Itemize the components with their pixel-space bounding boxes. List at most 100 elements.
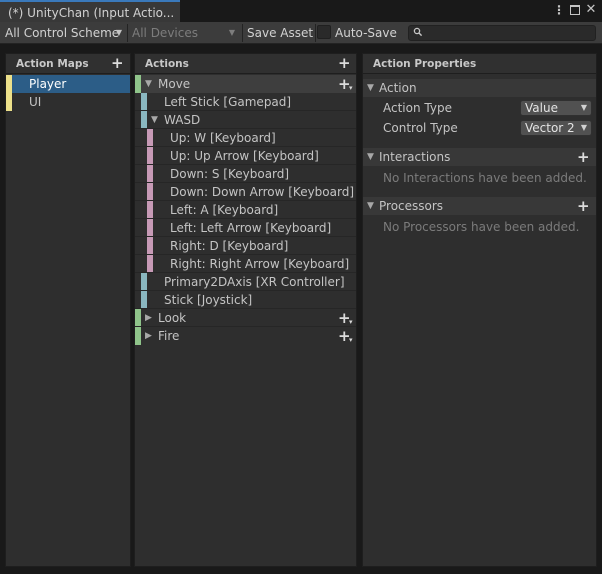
part-color-stripe <box>147 147 153 165</box>
dropdown-arrow-icon: ▼ <box>115 28 122 37</box>
action-maps-header: Action Maps + <box>6 54 130 74</box>
search-input[interactable] <box>425 26 593 40</box>
part-label: Down: Down Arrow [Keyboard] <box>170 185 355 199</box>
part-label: Right: D [Keyboard] <box>170 239 289 253</box>
part-color-stripe <box>147 183 153 201</box>
foldout-expanded-icon[interactable]: ▼ <box>151 111 158 129</box>
interactions-empty-message: No Interactions have been added. <box>383 171 587 185</box>
action-label: Move <box>158 77 191 91</box>
action-map-color-stripe <box>6 93 12 111</box>
action-map-item-ui[interactable]: UI <box>6 93 130 111</box>
control-type-dropdown[interactable]: Vector 2 ▼ <box>520 120 592 136</box>
action-properties-panel: Action Properties ▼ Action Action Type V… <box>362 53 597 567</box>
kebab-menu-icon[interactable]: ⋮ <box>552 3 566 17</box>
action-label: Look <box>158 311 187 325</box>
processors-empty-message: No Processors have been added. <box>383 220 580 234</box>
processors-section-header[interactable]: ▼ Processors + <box>363 197 596 215</box>
binding-item[interactable]: Left Stick [Gamepad] <box>135 93 356 111</box>
save-asset-button[interactable]: Save Asset <box>243 24 315 42</box>
add-interaction-icon[interactable]: + <box>577 148 590 166</box>
window-tab[interactable]: (*) UnityChan (Input Actio... <box>0 0 180 22</box>
action-color-stripe <box>135 75 141 93</box>
foldout-expanded-icon[interactable]: ▼ <box>367 197 374 215</box>
binding-item[interactable]: Primary2DAxis [XR Controller] <box>135 273 356 291</box>
action-map-label: Player <box>29 77 67 91</box>
part-color-stripe <box>147 165 153 183</box>
action-item-look[interactable]: ▶ Look + ▾ <box>135 309 356 327</box>
composite-part-item[interactable]: Left: A [Keyboard] <box>135 201 356 219</box>
composite-label: WASD <box>164 113 201 127</box>
control-scheme-label: All Control Scheme <box>5 26 120 40</box>
window-tab-title: (*) UnityChan (Input Actio... <box>8 6 175 20</box>
composite-part-item[interactable]: Down: S [Keyboard] <box>135 165 356 183</box>
action-section-label: Action <box>379 81 417 95</box>
part-label: Down: S [Keyboard] <box>170 167 290 181</box>
part-label: Up: Up Arrow [Keyboard] <box>170 149 319 163</box>
binding-label: Primary2DAxis [XR Controller] <box>164 275 345 289</box>
action-map-item-player[interactable]: Player <box>6 75 130 93</box>
composite-part-item[interactable]: Up: W [Keyboard] <box>135 129 356 147</box>
part-label: Up: W [Keyboard] <box>170 131 276 145</box>
control-scheme-dropdown[interactable]: All Control Scheme ▼ <box>0 24 126 42</box>
foldout-collapsed-icon[interactable]: ▶ <box>145 309 152 327</box>
action-type-label: Action Type <box>383 101 452 115</box>
actions-header: Actions + <box>135 54 356 74</box>
auto-save-label: Auto-Save <box>335 26 397 40</box>
processors-section-label: Processors <box>379 199 444 213</box>
part-label: Left: A [Keyboard] <box>170 203 279 217</box>
window-tab-strip: (*) UnityChan (Input Actio... ⋮ ✕ <box>0 0 602 22</box>
composite-item-wasd[interactable]: ▼ WASD <box>135 111 356 129</box>
composite-part-item[interactable]: Up: Up Arrow [Keyboard] <box>135 147 356 165</box>
search-icon <box>413 27 423 37</box>
binding-color-stripe <box>141 111 147 129</box>
devices-dropdown[interactable]: All Devices ▼ <box>127 24 239 42</box>
add-binding-dropdown-arrow-icon[interactable]: ▾ <box>349 331 353 349</box>
toolbar: All Control Scheme ▼ All Devices ▼ Save … <box>0 22 602 44</box>
foldout-collapsed-icon[interactable]: ▶ <box>145 327 152 345</box>
action-type-dropdown[interactable]: Value ▼ <box>520 100 592 116</box>
search-field[interactable] <box>408 25 596 41</box>
binding-color-stripe <box>141 93 147 111</box>
composite-part-item[interactable]: Right: Right Arrow [Keyboard] <box>135 255 356 273</box>
part-color-stripe <box>147 201 153 219</box>
action-properties-header: Action Properties <box>363 54 596 74</box>
control-type-value: Vector 2 <box>525 121 575 135</box>
interactions-section-header[interactable]: ▼ Interactions + <box>363 148 596 166</box>
action-label: Fire <box>158 329 180 343</box>
binding-color-stripe <box>141 273 147 291</box>
add-processor-icon[interactable]: + <box>577 197 590 215</box>
composite-part-item[interactable]: Down: Down Arrow [Keyboard] <box>135 183 356 201</box>
binding-label: Left Stick [Gamepad] <box>164 95 292 109</box>
composite-part-item[interactable]: Right: D [Keyboard] <box>135 237 356 255</box>
add-action-icon[interactable]: + <box>338 54 351 72</box>
dropdown-arrow-icon: ▼ <box>580 123 587 132</box>
maximize-icon[interactable] <box>568 3 582 17</box>
save-asset-label: Save Asset <box>247 26 314 40</box>
interactions-section-label: Interactions <box>379 150 451 164</box>
composite-part-item[interactable]: Left: Left Arrow [Keyboard] <box>135 219 356 237</box>
foldout-expanded-icon[interactable]: ▼ <box>367 79 374 97</box>
part-color-stripe <box>147 219 153 237</box>
action-maps-title: Action Maps <box>16 58 89 70</box>
dropdown-arrow-icon: ▼ <box>580 103 587 112</box>
part-color-stripe <box>147 255 153 273</box>
action-map-color-stripe <box>6 75 12 93</box>
action-map-label: UI <box>29 95 42 109</box>
actions-panel: Actions + ▼ Move + ▾ Left Stick [Gamepad… <box>134 53 357 567</box>
add-action-map-icon[interactable]: + <box>111 54 124 72</box>
part-color-stripe <box>147 237 153 255</box>
close-icon[interactable]: ✕ <box>584 3 598 17</box>
control-type-label: Control Type <box>383 121 458 135</box>
action-item-move[interactable]: ▼ Move + ▾ <box>135 75 356 93</box>
action-color-stripe <box>135 327 141 345</box>
foldout-expanded-icon[interactable]: ▼ <box>145 75 152 93</box>
action-section-header[interactable]: ▼ Action <box>363 79 596 97</box>
actions-title: Actions <box>145 58 189 70</box>
auto-save-checkbox[interactable] <box>317 25 331 39</box>
action-color-stripe <box>135 309 141 327</box>
dropdown-arrow-icon: ▼ <box>228 28 235 37</box>
binding-item[interactable]: Stick [Joystick] <box>135 291 356 309</box>
action-item-fire[interactable]: ▶ Fire + ▾ <box>135 327 356 345</box>
foldout-expanded-icon[interactable]: ▼ <box>367 148 374 166</box>
part-label: Right: Right Arrow [Keyboard] <box>170 257 350 271</box>
